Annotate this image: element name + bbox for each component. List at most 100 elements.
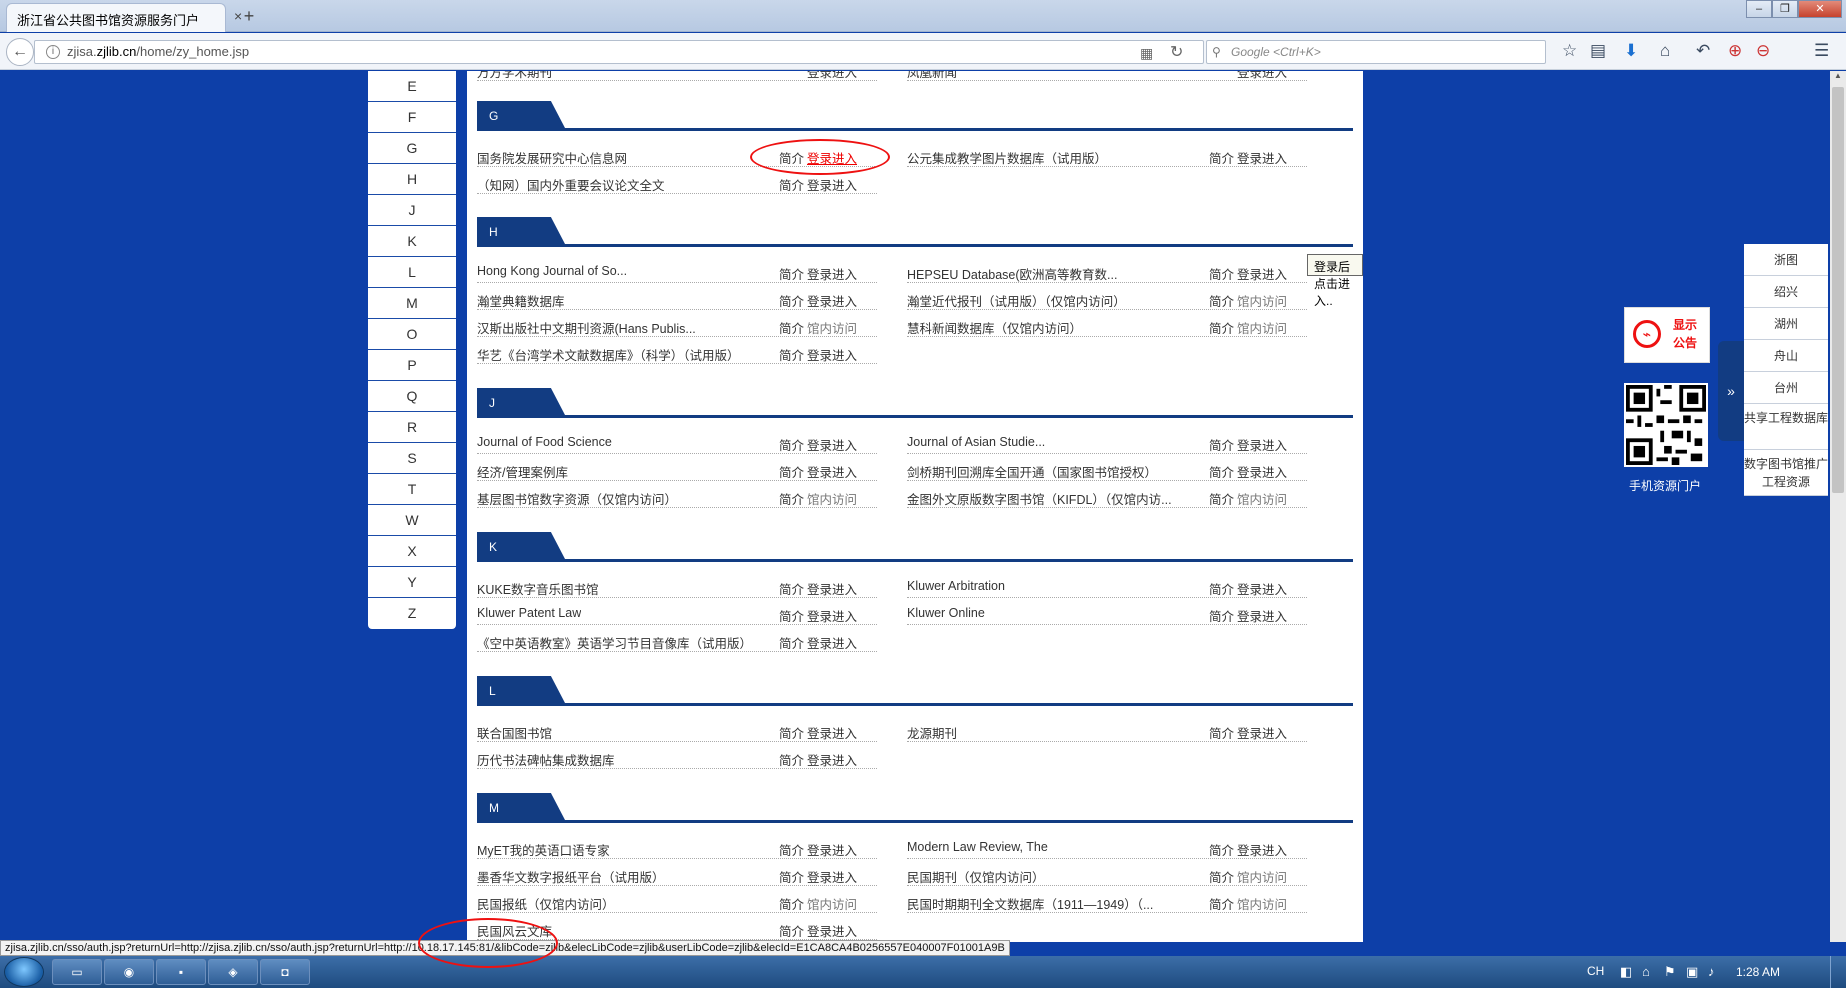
login-link[interactable]: 登录进入	[807, 921, 857, 940]
login-link[interactable]: 登录进入	[1237, 264, 1287, 283]
home-icon[interactable]: ⌂	[1660, 41, 1670, 61]
zoom-out-icon[interactable]: ⊖	[1756, 41, 1770, 61]
intro-link[interactable]: 简介	[1209, 148, 1234, 167]
intro-link[interactable]: 简介	[1209, 723, 1234, 742]
onsite-access-link[interactable]: 馆内访问	[1237, 291, 1287, 310]
login-link[interactable]: 登录进入	[807, 175, 857, 194]
intro-link[interactable]: 简介	[779, 489, 804, 508]
side-nav-item[interactable]: 台州	[1744, 372, 1828, 404]
letter-link[interactable]: W	[368, 505, 456, 536]
url-bar[interactable]: zjisa.zjlib.cn/home/zy_home.jsp	[34, 40, 1204, 64]
letter-link[interactable]: Z	[368, 598, 456, 629]
intro-link[interactable]: 简介	[1209, 867, 1234, 886]
login-link[interactable]: 登录进入	[807, 633, 857, 652]
resource-name[interactable]: 国务院发展研究中心信息网	[477, 148, 627, 167]
login-link[interactable]: 登录进入	[1237, 435, 1287, 454]
resource-name[interactable]: 剑桥期刊回溯库全国开通（国家图书馆授权）	[907, 462, 1157, 481]
resource-name[interactable]: 《空中英语教室》英语学习节目音像库（试用版）	[477, 633, 752, 652]
intro-link[interactable]: 简介	[1209, 840, 1234, 859]
letter-link[interactable]: Y	[368, 567, 456, 598]
letter-link[interactable]: H	[368, 164, 456, 195]
login-link[interactable]: 登录进入	[807, 606, 857, 625]
login-link[interactable]: 登录进入	[807, 750, 857, 769]
reload-icon[interactable]: ↻	[1170, 42, 1183, 62]
resource-name[interactable]: Hong Kong Journal of So...	[477, 264, 627, 278]
show-desktop-button[interactable]	[1830, 956, 1846, 988]
tray-app-icon[interactable]: ◧	[1620, 964, 1632, 980]
side-nav-item[interactable]: 共享工程数据库	[1744, 404, 1828, 450]
resource-name[interactable]: Journal of Food Science	[477, 435, 612, 449]
intro-link[interactable]: 简介	[779, 633, 804, 652]
resource-name[interactable]: 凤凰新闻	[907, 71, 957, 81]
undo-icon[interactable]: ↶	[1696, 41, 1710, 61]
letter-link[interactable]: L	[368, 257, 456, 288]
login-link[interactable]: 登录进入	[807, 867, 857, 886]
intro-link[interactable]: 简介	[779, 264, 804, 283]
login-link[interactable]: 登录进入	[807, 840, 857, 859]
intro-link[interactable]: 简介	[1209, 318, 1234, 337]
resource-name[interactable]: （知网）国内外重要会议论文全文	[477, 175, 665, 194]
login-link[interactable]: 登录进入	[1237, 462, 1287, 481]
intro-link[interactable]: 简介	[779, 723, 804, 742]
intro-link[interactable]: 简介	[779, 867, 804, 886]
zoom-in-icon[interactable]: ⊕	[1728, 41, 1742, 61]
explorer-icon[interactable]: ▭	[52, 959, 102, 985]
onsite-access-link[interactable]: 馆内访问	[1237, 894, 1287, 913]
login-link[interactable]: 登录进入	[1237, 148, 1287, 167]
letter-link[interactable]: J	[368, 195, 456, 226]
intro-link[interactable]: 简介	[779, 579, 804, 598]
onsite-access-link[interactable]: 馆内访问	[807, 318, 857, 337]
resource-name[interactable]: 万方学术期刊	[477, 71, 552, 81]
show-notice-button[interactable]: ⌁ 显示 公告	[1624, 307, 1710, 363]
search-input[interactable]: Google <Ctrl+K>	[1206, 40, 1546, 64]
intro-link[interactable]: 简介	[779, 750, 804, 769]
login-link[interactable]: 登录进入	[807, 462, 857, 481]
resource-name[interactable]: 民国风云文库	[477, 921, 552, 940]
intro-link[interactable]: 简介	[779, 345, 804, 364]
resource-name[interactable]: KUKE数字音乐图书馆	[477, 579, 599, 598]
login-link[interactable]: 登录进入	[1237, 840, 1287, 859]
resource-name[interactable]: 瀚堂典籍数据库	[477, 291, 565, 310]
login-link[interactable]: 登录进入	[1237, 71, 1287, 81]
input-language[interactable]: CH	[1587, 964, 1604, 978]
letter-link[interactable]: E	[368, 71, 456, 102]
login-link[interactable]: 登录进入	[1237, 579, 1287, 598]
tab-active[interactable]: 浙江省公共图书馆资源服务门户	[6, 3, 226, 32]
side-nav-item[interactable]: 浙图	[1744, 244, 1828, 276]
login-link[interactable]: 登录进入	[807, 264, 857, 283]
intro-link[interactable]: 简介	[779, 840, 804, 859]
tray-monitor-icon[interactable]: ▣	[1686, 964, 1698, 980]
letter-link[interactable]: G	[368, 133, 456, 164]
reading-list-icon[interactable]: ▤	[1590, 41, 1606, 61]
letter-link[interactable]: P	[368, 350, 456, 381]
vertical-scrollbar[interactable]: ▲	[1830, 71, 1846, 942]
letter-link[interactable]: Q	[368, 381, 456, 412]
intro-link[interactable]: 简介	[779, 462, 804, 481]
intro-link[interactable]: 简介	[779, 318, 804, 337]
clock[interactable]: 1:28 AM	[1736, 965, 1780, 979]
intro-link[interactable]: 简介	[779, 921, 804, 940]
login-link[interactable]: 登录进入	[807, 579, 857, 598]
onsite-access-link[interactable]: 馆内访问	[1237, 318, 1287, 337]
intro-link[interactable]: 简介	[1209, 894, 1234, 913]
intro-link[interactable]: 简介	[1209, 489, 1234, 508]
letter-link[interactable]: F	[368, 102, 456, 133]
resource-name[interactable]: 金图外文原版数字图书馆（KIFDL）（仅馆内访...	[907, 489, 1172, 508]
resource-name[interactable]: Kluwer Arbitration	[907, 579, 1005, 593]
resource-name[interactable]: 华艺《台湾学术文献数据库》（科学）（试用版）	[477, 345, 740, 364]
resource-name[interactable]: 联合国图书馆	[477, 723, 552, 742]
letter-link[interactable]: T	[368, 474, 456, 505]
intro-link[interactable]: 简介	[779, 435, 804, 454]
intro-link[interactable]: 简介	[1209, 579, 1234, 598]
resource-name[interactable]: 龙源期刊	[907, 723, 957, 742]
new-tab-button[interactable]: +	[238, 5, 260, 27]
scroll-thumb[interactable]	[1832, 87, 1844, 493]
scroll-up-icon[interactable]: ▲	[1830, 71, 1846, 85]
bookmark-star-icon[interactable]: ☆	[1562, 41, 1577, 61]
volume-icon[interactable]: ♪	[1708, 964, 1715, 979]
login-link[interactable]: 登录进入	[807, 291, 857, 310]
side-nav-item[interactable]: 舟山	[1744, 340, 1828, 372]
intro-link[interactable]: 简介	[779, 291, 804, 310]
login-link[interactable]: 登录进入	[807, 435, 857, 454]
tray-flag-icon[interactable]: ⚑	[1664, 964, 1676, 980]
